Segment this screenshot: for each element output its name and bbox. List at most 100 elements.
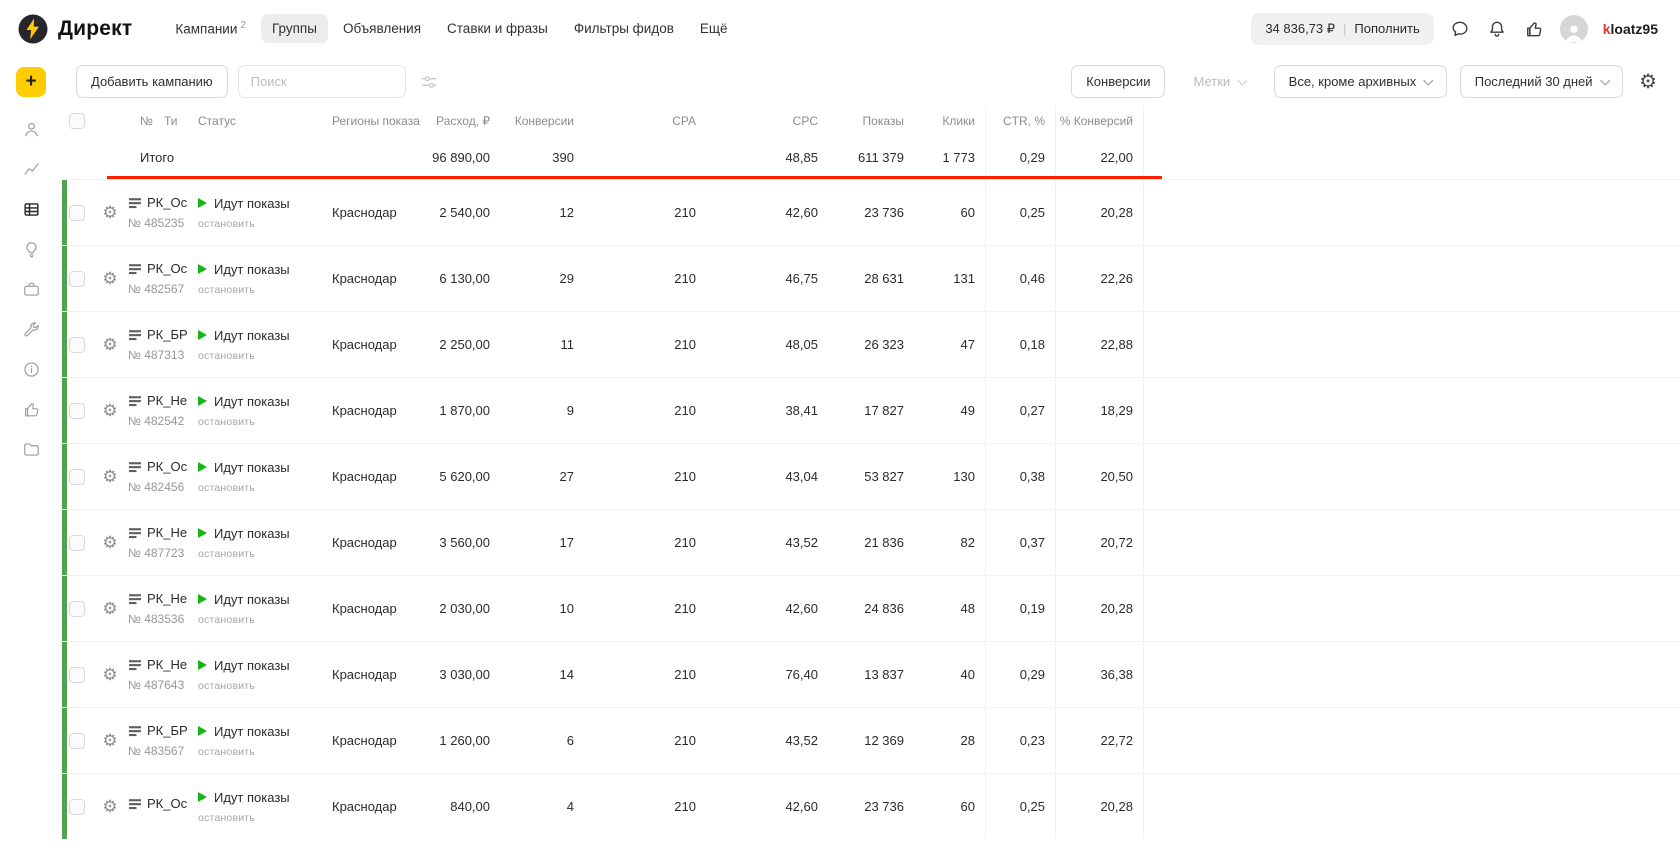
ctr-cell: 0,37 <box>986 510 1056 575</box>
campaigns-table-icon[interactable] <box>22 200 41 219</box>
col-status[interactable]: Статус <box>198 106 332 136</box>
brand-logo[interactable]: Директ <box>18 14 132 44</box>
tools-wrench-icon[interactable] <box>22 320 41 339</box>
campaign-name[interactable]: РК_Ос <box>128 796 187 811</box>
col-conv-share[interactable]: % Конверсий <box>1056 106 1144 136</box>
top-header: Директ Кампании 2 Группы Объявления Ставк… <box>0 0 1680 57</box>
folder-icon[interactable] <box>22 440 41 459</box>
nav-campaigns[interactable]: Кампании 2 <box>164 13 257 44</box>
row-settings-gear-icon[interactable]: ⚙ <box>102 534 117 551</box>
col-ctr[interactable]: CTR, % <box>986 106 1056 136</box>
settings-gear-icon[interactable]: ⚙ <box>1636 69 1660 95</box>
campaign-filter-dropdown[interactable]: Все, кроме архивных <box>1273 65 1447 98</box>
date-range-dropdown[interactable]: Последний 30 дней <box>1459 65 1624 98</box>
library-case-icon[interactable] <box>22 280 41 299</box>
campaign-name[interactable]: РК_Не <box>128 393 187 408</box>
row-checkbox[interactable] <box>69 732 85 749</box>
toolbar: Добавить кампанию Конверсии Метки Все, к… <box>62 57 1680 106</box>
campaign-name[interactable]: РК_БР <box>128 723 188 738</box>
topup-button[interactable]: Пополнить <box>1354 21 1419 36</box>
nav-bids-phrases[interactable]: Ставки и фразы <box>436 14 559 43</box>
nav-more[interactable]: Ещё <box>689 14 739 43</box>
stop-link[interactable]: остановить <box>198 350 255 362</box>
campaign-name[interactable]: РК_Не <box>128 525 187 540</box>
col-type[interactable]: Ти <box>164 106 198 136</box>
totals-shows: 611 379 <box>857 149 904 165</box>
cpc-cell: 42,60 <box>785 205 818 220</box>
nav-feed-filters[interactable]: Фильтры фидов <box>563 14 685 43</box>
stop-link[interactable]: остановить <box>198 812 255 824</box>
row-settings-gear-icon[interactable]: ⚙ <box>102 468 117 485</box>
col-shows[interactable]: Показы <box>828 106 914 136</box>
conv-share-cell: 22,26 <box>1056 246 1144 311</box>
stop-link[interactable]: остановить <box>198 218 255 230</box>
col-expense[interactable]: Расход, ₽ <box>424 106 500 136</box>
username[interactable]: kloatz95 <box>1603 21 1658 37</box>
expense-cell: 3 030,00 <box>439 667 490 682</box>
col-conversions[interactable]: Конверсии <box>500 106 584 136</box>
select-all-checkbox[interactable] <box>69 113 85 129</box>
stop-link[interactable]: остановить <box>198 548 255 560</box>
campaign-name[interactable]: РК_БР <box>128 327 188 342</box>
add-campaign-button[interactable]: Добавить кампанию <box>76 65 228 98</box>
nav-ads-label: Объявления <box>342 21 422 36</box>
row-checkbox[interactable] <box>69 666 85 683</box>
campaign-name[interactable]: РК_Не <box>128 591 187 606</box>
profile-icon[interactable] <box>22 120 41 139</box>
conversions-button[interactable]: Конверсии <box>1071 65 1166 98</box>
add-button[interactable]: + <box>16 67 46 97</box>
row-checkbox[interactable] <box>69 336 85 353</box>
campaign-name[interactable]: РК_Ос <box>128 195 187 210</box>
row-checkbox[interactable] <box>69 204 85 221</box>
col-clicks[interactable]: Клики <box>914 106 986 136</box>
campaign-name[interactable]: РК_Не <box>128 657 187 672</box>
col-regions[interactable]: Регионы показа <box>332 106 424 136</box>
labels-dropdown[interactable]: Метки <box>1178 65 1261 98</box>
row-settings-gear-icon[interactable]: ⚙ <box>102 402 117 419</box>
thumbs-up-icon[interactable] <box>1523 18 1545 40</box>
totals-ctr: 0,29 <box>986 136 1056 178</box>
stop-link[interactable]: остановить <box>198 416 255 428</box>
totals-cpc: 48,85 <box>785 149 818 165</box>
row-checkbox[interactable] <box>69 270 85 287</box>
row-checkbox[interactable] <box>69 402 85 419</box>
cpc-cell: 42,60 <box>785 799 818 814</box>
campaign-name[interactable]: РК_Ос <box>128 459 187 474</box>
col-cpc[interactable]: CPC <box>706 106 828 136</box>
row-settings-gear-icon[interactable]: ⚙ <box>102 204 117 221</box>
nav-ads[interactable]: Объявления <box>332 14 432 43</box>
feedback-thumb-icon[interactable] <box>22 400 41 419</box>
col-cpa[interactable]: CPA <box>584 106 706 136</box>
stop-link[interactable]: остановить <box>198 482 255 494</box>
row-checkbox[interactable] <box>69 468 85 485</box>
stop-link[interactable]: остановить <box>198 614 255 626</box>
stop-link[interactable]: остановить <box>198 746 255 758</box>
table-body: ⚙ РК_Ос № 485235 Идут показы остановить … <box>62 179 1680 839</box>
ideas-lightbulb-icon[interactable] <box>22 240 41 259</box>
balance-divider: | <box>1343 21 1347 36</box>
campaign-name-label: РК_Не <box>147 393 188 408</box>
stop-link[interactable]: остановить <box>198 284 255 296</box>
campaign-name[interactable]: РК_Ос <box>128 261 187 276</box>
labels-dropdown-label: Метки <box>1193 74 1231 89</box>
row-settings-gear-icon[interactable]: ⚙ <box>102 336 117 353</box>
row-checkbox[interactable] <box>69 534 85 551</box>
stop-link[interactable]: остановить <box>198 680 255 692</box>
campaign-list-icon <box>129 725 141 736</box>
info-icon[interactable] <box>22 360 41 379</box>
notifications-bell-icon[interactable] <box>1486 18 1508 40</box>
row-settings-gear-icon[interactable]: ⚙ <box>102 270 117 287</box>
stats-icon[interactable] <box>22 160 41 179</box>
row-checkbox[interactable] <box>69 600 85 617</box>
col-number[interactable]: № <box>128 106 164 136</box>
row-checkbox[interactable] <box>69 798 85 815</box>
row-settings-gear-icon[interactable]: ⚙ <box>102 732 117 749</box>
row-settings-gear-icon[interactable]: ⚙ <box>102 798 117 815</box>
avatar[interactable] <box>1559 14 1588 43</box>
row-settings-gear-icon[interactable]: ⚙ <box>102 666 117 683</box>
search-input[interactable] <box>237 65 406 98</box>
chat-icon[interactable] <box>1449 18 1471 40</box>
row-settings-gear-icon[interactable]: ⚙ <box>102 600 117 617</box>
nav-groups[interactable]: Группы <box>260 14 328 43</box>
filter-sliders-icon[interactable] <box>416 69 442 95</box>
